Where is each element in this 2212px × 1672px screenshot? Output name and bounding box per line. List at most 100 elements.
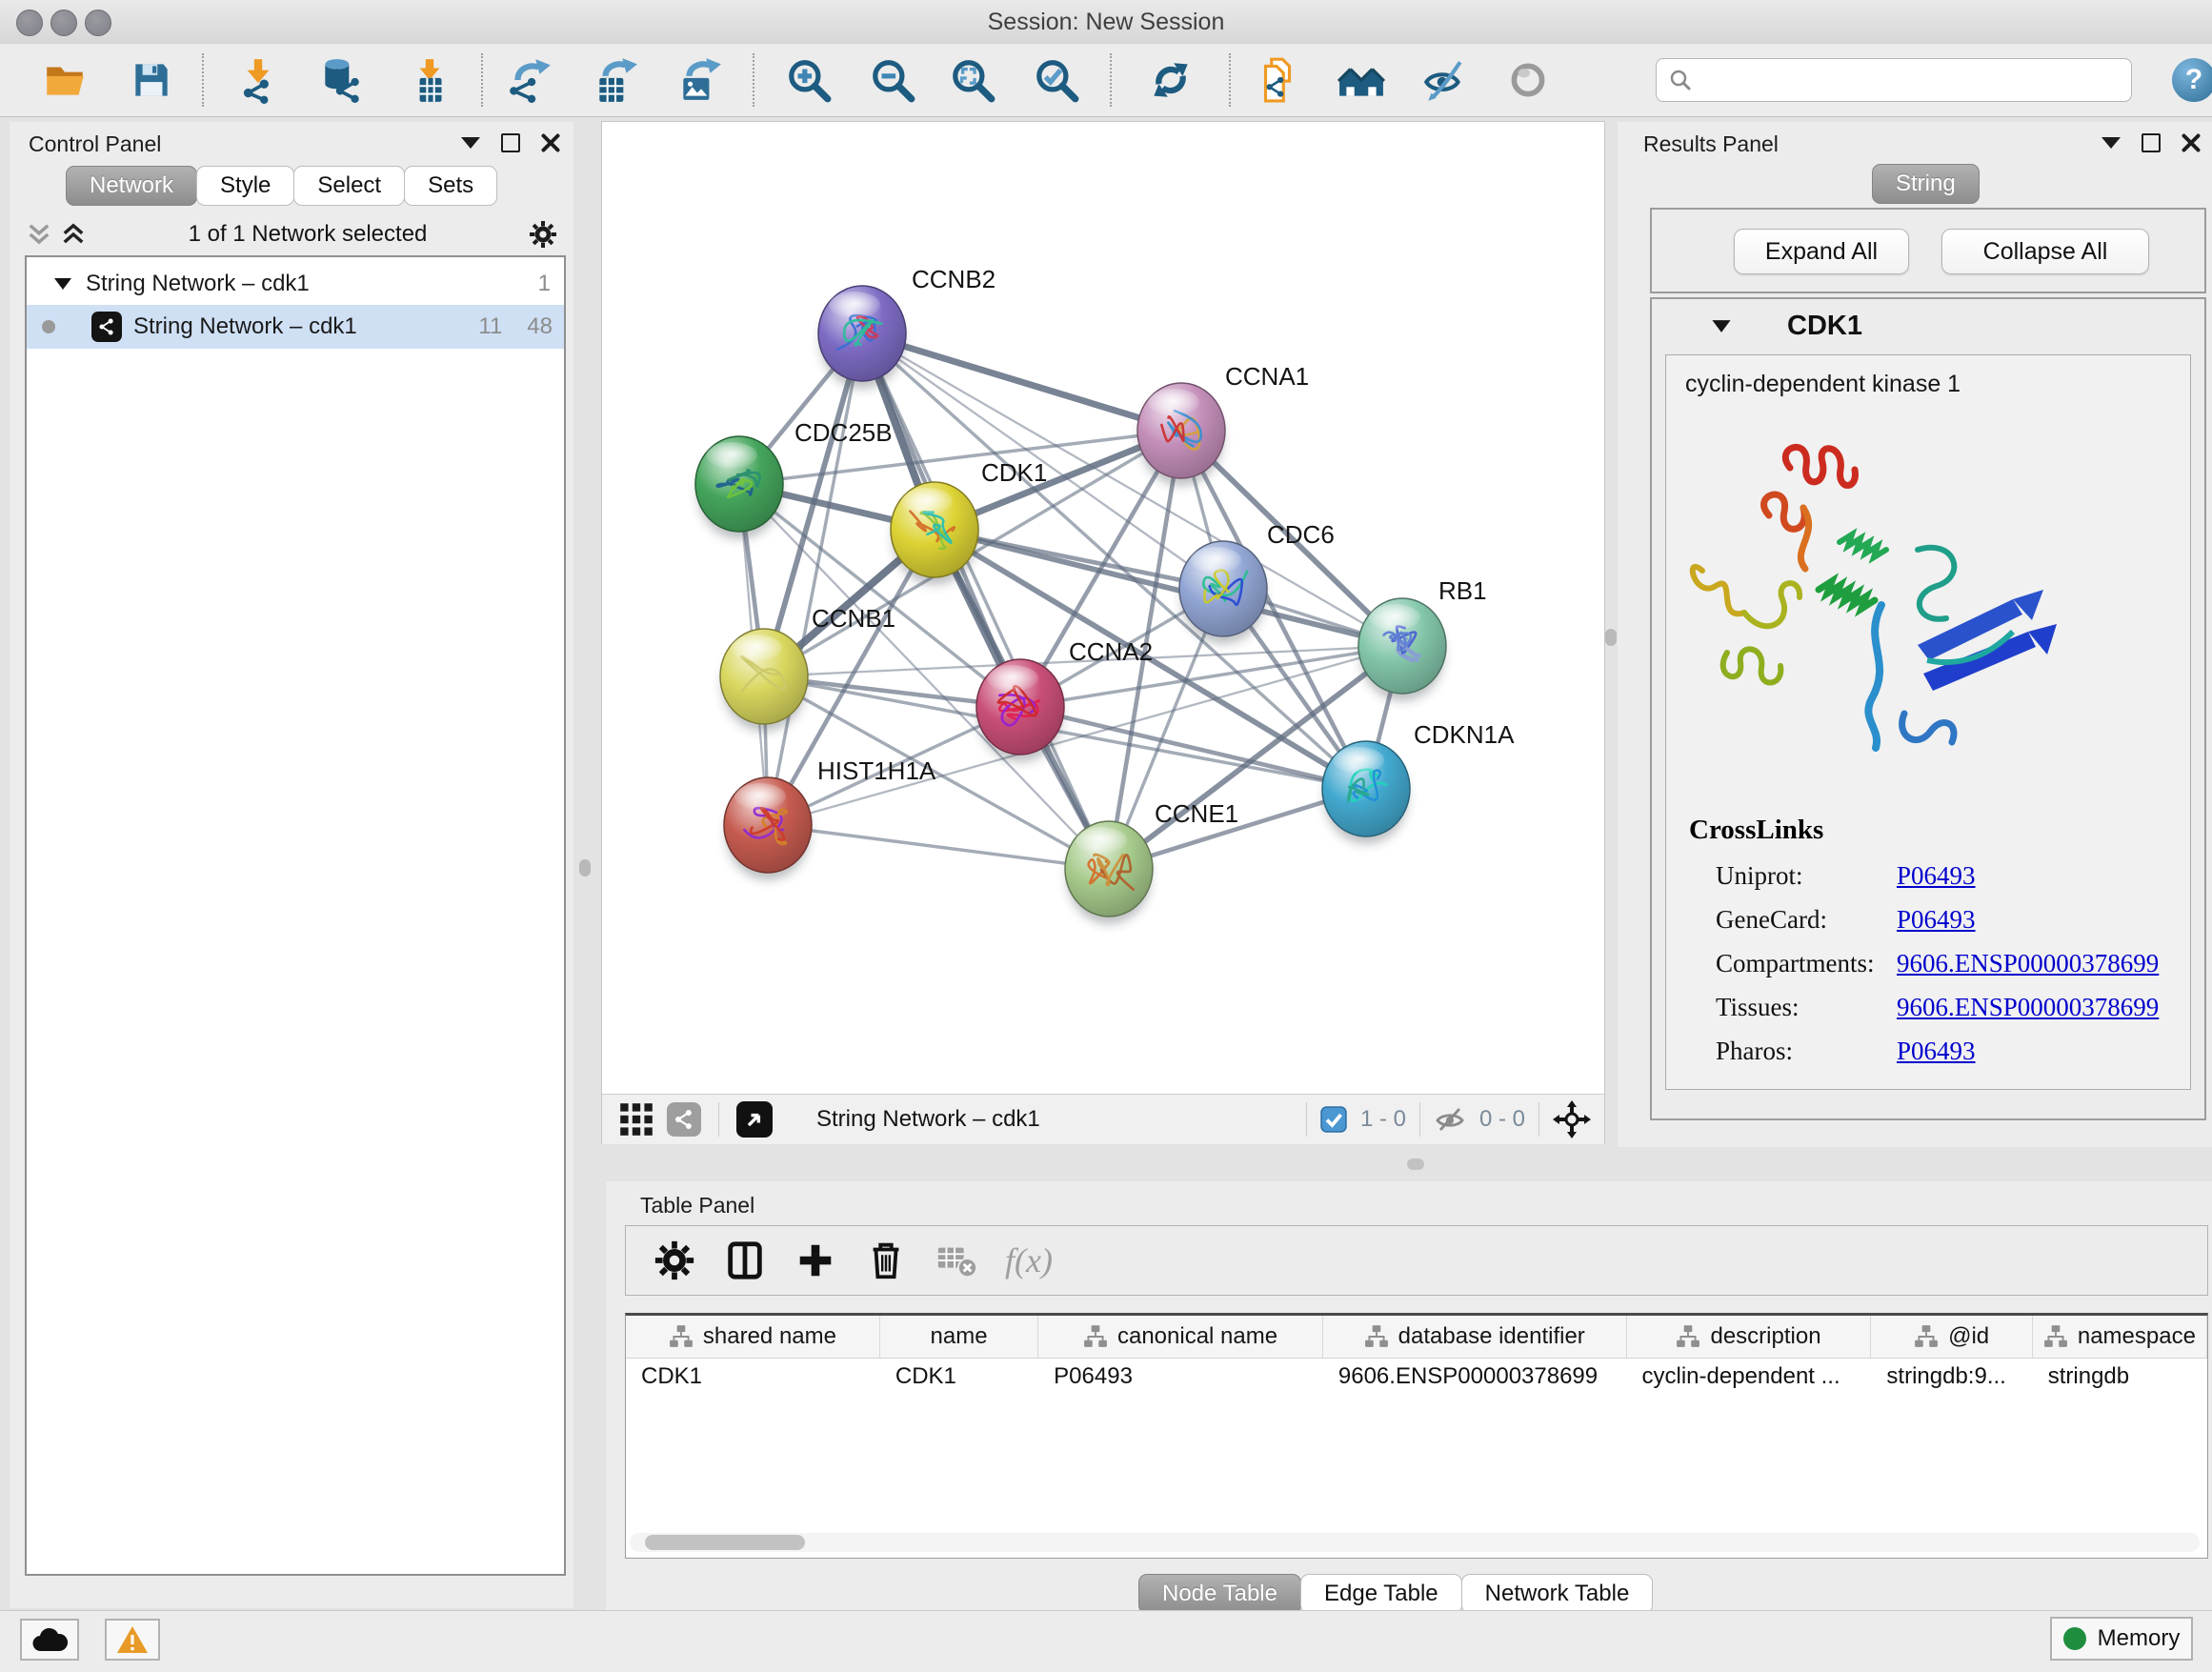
results-actions-box: Expand All Collapse All [1650, 208, 2206, 293]
table-horizontal-scrollbar[interactable] [630, 1533, 2200, 1552]
panel-menu-icon[interactable] [2101, 137, 2121, 149]
cloud-status-button[interactable] [20, 1619, 79, 1661]
attribute-tree-icon [669, 1324, 694, 1349]
network-graph[interactable]: CCNB2CCNA1CDC25BCDK1CDC6RB1CCNB1CCNA2CDK… [602, 122, 1604, 1094]
expand-all-chevrons-icon[interactable] [59, 220, 88, 249]
table-cell-namespace[interactable]: stringdb [2033, 1363, 2207, 1390]
network-canvas[interactable]: CCNB2CCNA1CDC25BCDK1CDC6RB1CCNB1CCNA2CDK… [602, 122, 1604, 1143]
float-panel-icon[interactable] [2142, 133, 2161, 152]
node-label: RB1 [1438, 576, 1487, 605]
node-gloss [1148, 389, 1199, 415]
column-header-database-identifier[interactable]: database identifier [1323, 1316, 1627, 1358]
grid-view-icon[interactable] [619, 1102, 654, 1137]
clone-network-button[interactable] [1252, 54, 1303, 106]
tab-node-table[interactable]: Node Table [1138, 1574, 1301, 1614]
collapse-all-chevrons-icon[interactable] [25, 220, 53, 249]
network-node-CCNA1[interactable]: CCNA1 [1137, 362, 1309, 486]
table-cell--id[interactable]: stringdb:9... [1871, 1363, 2032, 1390]
add-column-button[interactable] [794, 1239, 837, 1282]
crosslink-pharos-link[interactable]: P06493 [1897, 1037, 1976, 1066]
crosslink-tissues-link[interactable]: 9606.ENSP00000378699 [1897, 993, 2159, 1022]
gene-entry-header[interactable]: CDK1 [1652, 299, 2204, 353]
network-edge[interactable] [768, 825, 1109, 869]
collapse-all-button[interactable]: Collapse All [1941, 229, 2149, 274]
table-cell-database-identifier[interactable]: 9606.ENSP00000378699 [1323, 1363, 1627, 1390]
show-columns-button[interactable] [723, 1239, 767, 1282]
home-button[interactable] [1336, 54, 1387, 106]
table-cell-canonical-name[interactable]: P06493 [1038, 1363, 1323, 1390]
show-graphics-details-button[interactable] [1502, 54, 1554, 106]
search-field[interactable] [1656, 58, 2132, 102]
entry-collapse-icon[interactable] [1711, 318, 1732, 334]
tab-select[interactable]: Select [293, 166, 405, 206]
open-session-button[interactable] [40, 54, 91, 106]
tab-style[interactable]: Style [196, 166, 294, 206]
delete-table-button[interactable] [935, 1239, 978, 1282]
refresh-view-button[interactable] [1145, 54, 1196, 106]
network-node-CCNE1[interactable]: CCNE1 [1065, 799, 1238, 924]
column-header-canonical-name[interactable]: canonical name [1038, 1316, 1323, 1358]
right-splitter-handle[interactable] [1605, 629, 1617, 646]
fit-crosshair-icon[interactable] [1553, 1100, 1591, 1138]
zoom-selected-button[interactable] [1031, 54, 1082, 106]
network-node-CDKN1A[interactable]: CDKN1A [1322, 720, 1515, 844]
network-node-CCNB2[interactable]: CCNB2 [818, 265, 995, 389]
tab-network-table[interactable]: Network Table [1461, 1574, 1654, 1614]
tab-string[interactable]: String [1872, 164, 1980, 204]
network-edge[interactable] [862, 333, 1181, 431]
tab-edge-table[interactable]: Edge Table [1300, 1574, 1462, 1614]
close-panel-icon[interactable] [541, 133, 560, 152]
collection-expand-icon[interactable] [53, 276, 72, 292]
network-edge[interactable] [768, 333, 862, 825]
selected-checkbox-icon[interactable] [1320, 1106, 1347, 1133]
memory-button[interactable]: Memory [2050, 1617, 2193, 1661]
expand-all-button[interactable]: Expand All [1734, 229, 1909, 274]
export-image-button[interactable] [674, 54, 725, 106]
column-header-description[interactable]: description [1627, 1316, 1872, 1358]
network-node-RB1[interactable]: RB1 [1358, 576, 1487, 701]
table-settings-button[interactable] [653, 1239, 696, 1282]
hide-selected-button[interactable] [1418, 54, 1470, 106]
export-table-button[interactable] [590, 54, 641, 106]
crosslink-genecard-link[interactable]: P06493 [1897, 905, 1976, 935]
birdseye-view-icon[interactable] [736, 1101, 773, 1138]
warnings-button[interactable] [105, 1619, 160, 1661]
column-header-name[interactable]: name [880, 1316, 1038, 1358]
import-table-file-button[interactable] [404, 54, 455, 106]
import-network-file-button[interactable] [232, 54, 284, 106]
titlebar: Session: New Session [0, 0, 2212, 45]
scrollbar-thumb[interactable] [645, 1535, 805, 1550]
import-network-database-button[interactable] [315, 54, 367, 106]
network-row-selected[interactable]: String Network – cdk1 11 48 [27, 305, 564, 349]
column-header-shared-name[interactable]: shared name [626, 1316, 880, 1358]
export-network-button[interactable] [504, 54, 555, 106]
network-node-HIST1H1A[interactable]: HIST1H1A [724, 756, 936, 880]
float-panel-icon[interactable] [501, 133, 520, 152]
close-panel-icon[interactable] [2182, 133, 2201, 152]
column-header--id[interactable]: @id [1871, 1316, 2032, 1358]
string-view-icon[interactable] [667, 1102, 701, 1137]
column-header-namespace[interactable]: namespace [2033, 1316, 2207, 1358]
panel-menu-icon[interactable] [461, 137, 480, 149]
zoom-fit-button[interactable] [947, 54, 998, 106]
hidden-eye-icon[interactable] [1434, 1103, 1466, 1136]
search-input[interactable] [1702, 66, 2120, 94]
delete-column-button[interactable] [864, 1239, 908, 1282]
crosslink-uniprot-link[interactable]: P06493 [1897, 861, 1976, 891]
save-session-button[interactable] [126, 54, 177, 106]
left-splitter-handle[interactable] [579, 859, 591, 876]
tab-sets[interactable]: Sets [404, 166, 497, 206]
crosslink-compartments-link[interactable]: 9606.ENSP00000378699 [1897, 949, 2159, 978]
network-collection-row[interactable]: String Network – cdk1 1 [27, 263, 564, 305]
horizontal-splitter-handle[interactable] [1407, 1158, 1424, 1170]
table-cell-description[interactable]: cyclin-dependent ... [1627, 1363, 1872, 1390]
zoom-in-button[interactable] [783, 54, 835, 106]
network-options-gear-icon[interactable] [528, 219, 558, 250]
tab-network[interactable]: Network [66, 166, 197, 206]
table-cell-shared-name[interactable]: CDK1 [626, 1363, 880, 1390]
zoom-out-button[interactable] [867, 54, 918, 106]
table-cell-name[interactable]: CDK1 [880, 1363, 1038, 1390]
table-row[interactable]: CDK1CDK1P064939606.ENSP00000378699cyclin… [626, 1359, 2207, 1395]
function-builder-button[interactable]: f(x) [1005, 1240, 1053, 1280]
help-button[interactable]: ? [2172, 58, 2212, 102]
